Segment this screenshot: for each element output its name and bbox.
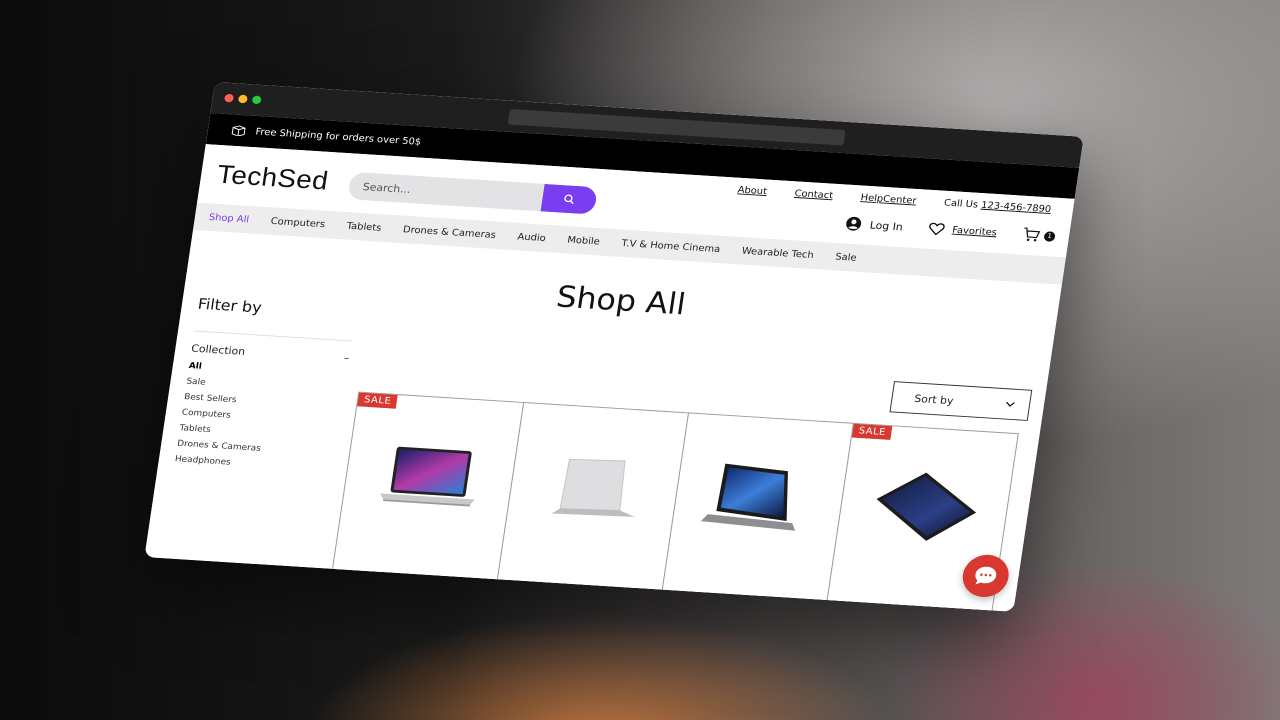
sale-badge: SALE (357, 392, 398, 409)
collection-item-headphones[interactable]: Headphones (174, 455, 333, 474)
sale-badge: SALE (851, 423, 893, 440)
nav-item-wearable-tech[interactable]: Wearable Tech (741, 246, 814, 261)
sort-label: Sort by (913, 392, 955, 407)
tablet-keyboard-image (700, 463, 796, 531)
nav-item-drones-cameras[interactable]: Drones & Cameras (402, 224, 496, 240)
chat-bubble-icon (975, 566, 997, 585)
nav-item-mobile[interactable]: Mobile (567, 235, 601, 247)
nav-item-sale[interactable]: Sale (835, 252, 858, 263)
about-link[interactable]: About (737, 185, 768, 197)
search-input[interactable] (347, 171, 545, 212)
nav-item-audio[interactable]: Audio (517, 232, 547, 244)
sort-dropdown[interactable]: Sort by (889, 381, 1033, 421)
product-card[interactable] (661, 412, 854, 602)
cart-count-badge: 1 (1043, 230, 1056, 242)
laptop-closed-image (551, 458, 635, 517)
product-card[interactable] (496, 402, 690, 592)
laptop-open-image (380, 446, 475, 507)
package-icon (231, 125, 246, 137)
nav-item-shop-all[interactable]: Shop All (208, 212, 250, 225)
search-bar (347, 171, 598, 215)
divider (193, 330, 352, 342)
favorites-label: Favorites (951, 224, 998, 238)
help-center-link[interactable]: HelpCenter (860, 193, 917, 207)
product-card[interactable]: SALE (331, 391, 525, 582)
heart-icon (928, 222, 945, 236)
filter-panel: Filter by Collection – All Sale Best Sel… (173, 295, 357, 480)
phone-link[interactable]: 123-456-7890 (980, 200, 1051, 214)
contact-link[interactable]: Contact (794, 189, 834, 201)
nav-item-tablets[interactable]: Tablets (346, 221, 382, 233)
tablet-image (876, 472, 977, 541)
chevron-down-icon (1006, 401, 1015, 407)
account-area: Log In Favorites 1 (845, 216, 1056, 244)
announcement-text: Free Shipping for orders over 50$ (254, 126, 422, 148)
minimize-window-button[interactable] (237, 94, 248, 104)
user-icon (846, 216, 862, 231)
collection-list: All Sale Best Sellers Computers Tablets … (174, 362, 347, 474)
collapse-icon: – (343, 352, 351, 365)
site-logo[interactable]: TechSed (215, 160, 330, 196)
favorites-button[interactable]: Favorites (928, 222, 998, 239)
cart-button[interactable]: 1 (1021, 227, 1056, 244)
search-button[interactable] (540, 183, 598, 215)
close-window-button[interactable] (223, 93, 235, 103)
collection-label: Collection (190, 342, 246, 358)
desktop-background: Free Shipping for orders over 50$ TechSe… (0, 0, 1280, 720)
maximize-window-button[interactable] (251, 95, 262, 105)
search-icon (564, 194, 574, 205)
nav-item-computers[interactable]: Computers (270, 216, 326, 229)
login-label: Log In (869, 218, 904, 233)
cart-icon (1024, 227, 1041, 242)
main-content: Shop All Filter by Collection – All Sale… (144, 229, 1062, 612)
call-us: Call Us 123-456-7890 (943, 198, 1052, 215)
product-grid: SALE SALE (331, 391, 1019, 612)
browser-window: Free Shipping for orders over 50$ TechSe… (144, 82, 1084, 612)
login-button[interactable]: Log In (845, 216, 904, 234)
call-us-label: Call Us (943, 198, 979, 211)
collection-toggle[interactable]: Collection – (190, 342, 350, 364)
nav-item-tv-home-cinema[interactable]: T.V & Home Cinema (621, 238, 721, 254)
